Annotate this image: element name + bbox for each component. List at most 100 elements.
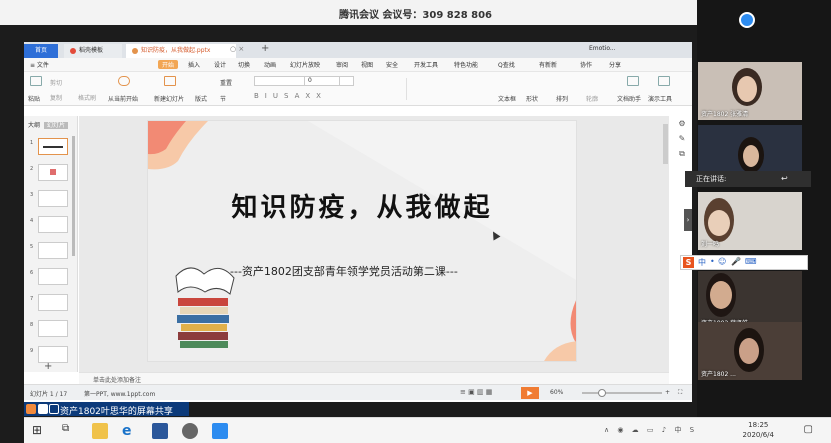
- app-icon[interactable]: [182, 423, 198, 439]
- menu-transition[interactable]: 切换: [238, 60, 250, 69]
- slide-title: 知识防疫，从我做起: [231, 193, 493, 223]
- ime-punct-icon[interactable]: •: [710, 257, 715, 266]
- new-tab-icon[interactable]: +: [261, 43, 269, 54]
- right-tool-icons[interactable]: ⚙ ✎ ⧉: [672, 116, 692, 176]
- reset-label[interactable]: 重置: [220, 78, 232, 87]
- menu-features[interactable]: 特色功能: [454, 60, 478, 69]
- menu-find[interactable]: Q查找: [498, 60, 515, 69]
- font-size-select[interactable]: 0: [304, 76, 340, 86]
- tab-document[interactable]: 知识防疫，从我做起.pptx: [126, 44, 236, 58]
- collapse-panel-icon[interactable]: [739, 12, 755, 28]
- presentation-tools-icon[interactable]: [658, 76, 670, 86]
- notification-icon[interactable]: ▢: [804, 424, 813, 435]
- new-slide-label[interactable]: 新建幻灯片: [154, 94, 184, 103]
- arrange-label[interactable]: 排列: [556, 94, 568, 103]
- slide-number: 2: [30, 166, 34, 172]
- account-area[interactable]: Emotio...: [589, 45, 679, 52]
- windows-start-icon[interactable]: ⊞: [32, 423, 48, 439]
- slide-number: 7: [30, 296, 34, 302]
- doc-assistant-label[interactable]: 文档助手: [617, 94, 641, 103]
- edge-icon[interactable]: e: [122, 423, 138, 439]
- panel-scrollbar[interactable]: [72, 136, 75, 256]
- menu-animation[interactable]: 动画: [264, 60, 276, 69]
- slide-thumbnail-9[interactable]: [38, 346, 68, 363]
- play-slideshow-button[interactable]: ▶: [521, 387, 539, 399]
- menu-devtools[interactable]: 开发工具: [414, 60, 438, 69]
- zoom-slider[interactable]: [582, 389, 662, 397]
- theme-name: 第一PPT, www.1ppt.com: [84, 391, 156, 398]
- menu-view[interactable]: 视图: [361, 60, 373, 69]
- collapse-icon[interactable]: ↩: [781, 174, 788, 183]
- task-view-icon[interactable]: ⧉: [62, 423, 78, 439]
- menu-design[interactable]: 设计: [214, 60, 226, 69]
- layout-label[interactable]: 版式: [195, 94, 207, 103]
- paste-icon[interactable]: [30, 76, 42, 86]
- clock[interactable]: 18:25 2020/6/4: [743, 420, 774, 440]
- zoom-in-icon[interactable]: +: [665, 389, 670, 396]
- tab-template[interactable]: 稻壳模板: [64, 44, 122, 58]
- tab-home[interactable]: 首页: [24, 44, 58, 58]
- menu-slideshow[interactable]: 幻灯片放映: [290, 60, 320, 69]
- presentation-tools-label[interactable]: 演示工具: [648, 94, 672, 103]
- slide-thumbnail-2[interactable]: [38, 164, 68, 181]
- slide-thumbnail-5[interactable]: [38, 242, 68, 259]
- font-format-buttons[interactable]: BIUSAXX: [254, 92, 394, 101]
- add-slide-icon[interactable]: +: [44, 361, 52, 372]
- system-tray-icons[interactable]: ∧ ◉ ☁ ▭ ♪ 中 S: [604, 425, 714, 437]
- slide-thumbnail-8[interactable]: [38, 320, 68, 337]
- slide-thumbnail-4[interactable]: [38, 216, 68, 233]
- slide-thumbnail-1[interactable]: [38, 138, 68, 155]
- menu-update[interactable]: 有新新: [539, 60, 557, 69]
- new-slide-icon[interactable]: [164, 76, 176, 86]
- tab-outline[interactable]: 大纲: [28, 122, 40, 129]
- participant-tile[interactable]: 资产1802 薛贤皓: [698, 271, 802, 329]
- file-explorer-icon[interactable]: [92, 423, 108, 439]
- participant-tile[interactable]: 资产1802 ...: [698, 322, 802, 380]
- shape-label[interactable]: 形状: [526, 94, 538, 103]
- menu-share[interactable]: 分享: [609, 60, 621, 69]
- menu-file[interactable]: ≡ 文件: [30, 60, 49, 69]
- menu-security[interactable]: 安全: [386, 60, 398, 69]
- sogou-icon[interactable]: S: [683, 257, 694, 268]
- panel-tabs: 大纲 幻灯片: [28, 120, 69, 129]
- ime-toolbar[interactable]: S 中 • ☺ 🎤 ⌨: [680, 255, 808, 270]
- books-icon: [175, 267, 235, 348]
- play-from-current[interactable]: 从当前开始: [108, 94, 138, 103]
- paste-label[interactable]: 粘贴: [28, 94, 40, 103]
- current-slide[interactable]: 知识防疫，从我做起 ---资产1802团支部青年领学党员活动第二课---: [147, 120, 577, 362]
- ime-voice-icon[interactable]: 🎤: [731, 257, 741, 266]
- paragraph-group[interactable]: [406, 78, 486, 100]
- tab-slides[interactable]: 幻灯片: [44, 122, 69, 129]
- fit-window-icon[interactable]: ⛶: [678, 389, 682, 397]
- menu-review[interactable]: 审阅: [336, 60, 348, 69]
- canvas-scrollbar[interactable]: [663, 124, 668, 164]
- textbox-label[interactable]: 文本框: [498, 94, 516, 103]
- view-mode-buttons[interactable]: ≡ ▣ ▥ ▦: [460, 388, 512, 398]
- slide-subtitle: ---资产1802团支部青年领学党员活动第二课---: [230, 265, 458, 278]
- ime-keyboard-icon[interactable]: ⌨: [745, 257, 757, 266]
- participant-tile[interactable]: 资产1802 张雅清: [698, 62, 802, 120]
- copy-label[interactable]: 复制: [50, 93, 62, 102]
- slide-number: 5: [30, 244, 34, 250]
- outline-label[interactable]: 轮廓: [586, 94, 598, 103]
- zoom-slider-thumb[interactable]: [598, 389, 606, 397]
- slide-thumbnail-7[interactable]: [38, 294, 68, 311]
- slide-thumbnail-3[interactable]: [38, 190, 68, 207]
- participant-tile[interactable]: 刘一鸣: [698, 192, 802, 250]
- slide-thumbnail-6[interactable]: [38, 268, 68, 285]
- menu-insert[interactable]: 插入: [188, 60, 200, 69]
- ime-chinese-icon[interactable]: 中: [698, 257, 706, 268]
- doc-assistant-icon[interactable]: [627, 76, 639, 86]
- section-label[interactable]: 节: [220, 94, 226, 103]
- word-icon[interactable]: [152, 423, 168, 439]
- tab-close-icon[interactable]: ○ ×: [230, 45, 244, 53]
- tencent-meeting-icon[interactable]: [212, 423, 228, 439]
- ime-emoji-icon[interactable]: ☺: [718, 257, 726, 266]
- play-icon[interactable]: [118, 76, 130, 86]
- menu-collab[interactable]: 协作: [580, 60, 592, 69]
- notes-pane[interactable]: 单击此处添加备注: [79, 372, 669, 384]
- cut-label[interactable]: 剪切: [50, 78, 62, 87]
- expand-panel-icon[interactable]: ›: [684, 209, 692, 231]
- menu-start[interactable]: 开始: [158, 60, 179, 69]
- format-painter-label[interactable]: 格式刷: [78, 93, 96, 102]
